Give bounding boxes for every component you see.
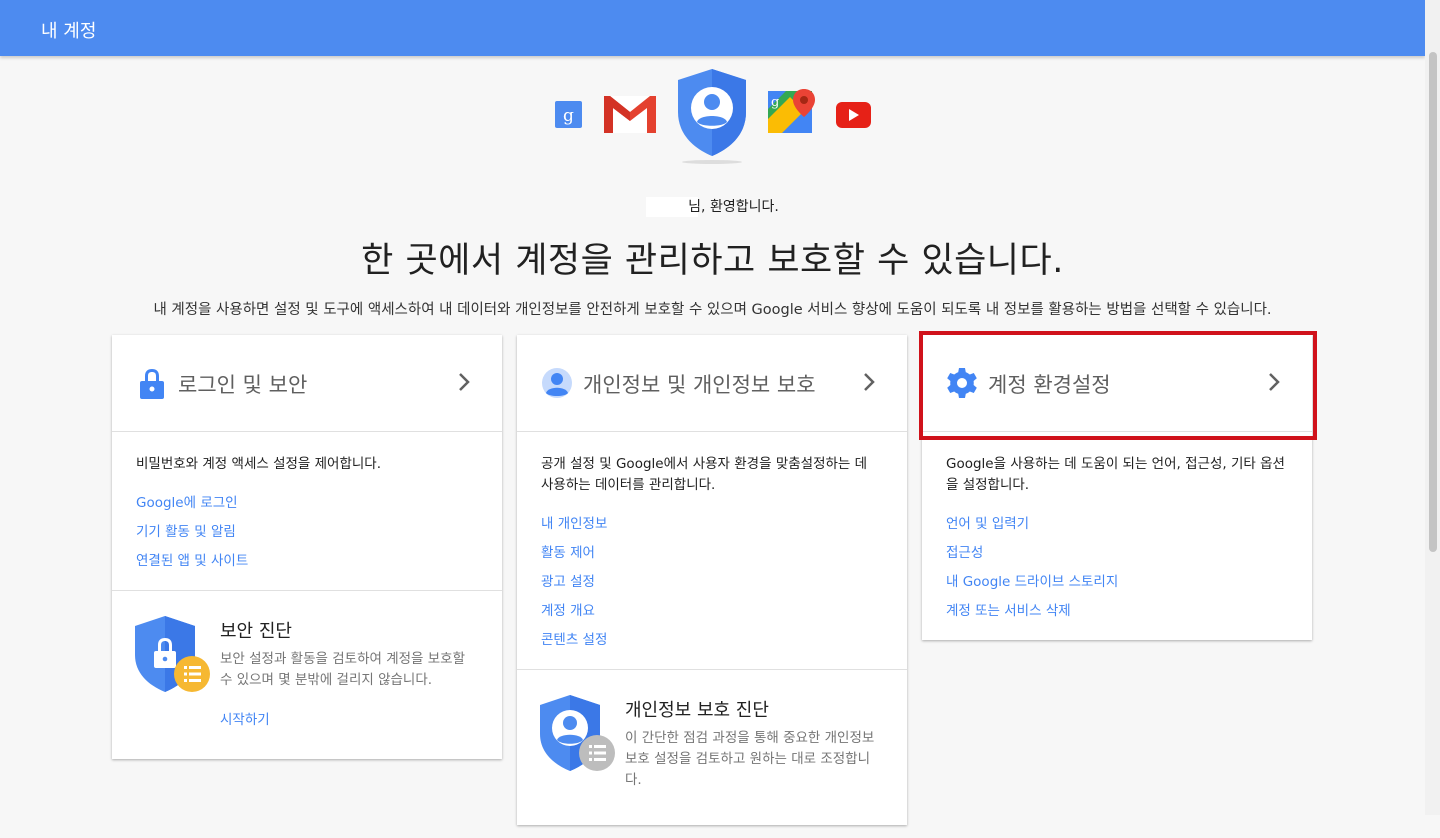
link-delete-account[interactable]: 계정 또는 서비스 삭제 [946,597,1288,626]
link-account-overview[interactable]: 계정 개요 [541,597,883,626]
welcome-text: 님, 환영합니다. [688,199,779,215]
link-connected-apps[interactable]: 연결된 앱 및 사이트 [136,547,478,576]
youtube-icon [836,102,871,132]
person-icon [542,368,572,398]
account-shield-icon [677,68,747,168]
link-content-settings[interactable]: 콘텐츠 설정 [541,626,883,655]
page-headline: 한 곳에서 계정을 관리하고 보호할 수 있습니다. [361,241,1064,281]
svg-text:g: g [771,95,779,110]
security-checkup-start-link[interactable]: 시작하기 [220,708,270,728]
privacy-checkup: 개인정보 보호 진단 이 간단한 점검 과정을 통해 중요한 개인정보 보호 설… [517,669,907,838]
page-subheadline: 내 계정을 사용하면 설정 및 도구에 액세스하여 내 데이터와 개인정보를 안… [153,302,1272,318]
link-drive-storage[interactable]: 내 Google 드라이브 스토리지 [946,568,1288,597]
chevron-right-icon [1269,373,1280,391]
card-header-account-preferences[interactable]: 계정 환경설정 [922,335,1312,432]
link-language-input[interactable]: 언어 및 입력기 [946,510,1288,539]
gmail-icon [604,96,656,137]
app-title: 내 계정 [41,21,97,42]
card-account-preferences: 계정 환경설정 Google을 사용하는 데 도움이 되는 언어, 접근성, 기… [922,335,1312,640]
card-header-personal-info-privacy[interactable]: 개인정보 및 개인정보 보호 [517,335,907,432]
link-ad-settings[interactable]: 광고 설정 [541,568,883,597]
gear-icon [947,368,977,398]
security-checkup-icon [135,616,210,692]
security-checkup: 보안 진단 보안 설정과 활동을 검토하여 계정을 보호할 수 있으며 몇 분밖… [112,590,502,759]
chevron-right-icon [459,373,470,391]
link-google-sign-in[interactable]: Google에 로그인 [136,489,478,518]
card-title: 개인정보 및 개인정보 보호 [583,373,816,397]
google-plus-icon: g [555,101,582,128]
security-checkup-description: 보안 설정과 활동을 검토하여 계정을 보호할 수 있으며 몇 분밖에 걸리지 … [220,651,466,688]
card-sign-in-security: 로그인 및 보안 비밀번호와 계정 액세스 설정을 제어합니다. Google에… [112,335,502,759]
link-personal-info[interactable]: 내 개인정보 [541,510,883,539]
card-description: 비밀번호와 계정 액세스 설정을 제어합니다. [136,456,382,472]
lock-icon [140,369,164,399]
link-activity-controls[interactable]: 활동 제어 [541,539,883,568]
scrollbar-thumb[interactable] [1429,52,1437,552]
security-checkup-title: 보안 진단 [220,621,292,642]
welcome-message: 님, 환영합니다. [0,196,1425,217]
card-header-sign-in-security[interactable]: 로그인 및 보안 [112,335,502,432]
svg-text:g: g [563,106,574,126]
privacy-checkup-title: 개인정보 보호 진단 [625,700,769,721]
maps-icon: g [768,89,816,139]
card-personal-info-privacy: 개인정보 및 개인정보 보호 공개 설정 및 Google에서 사용자 환경을 … [517,335,907,825]
card-description: 공개 설정 및 Google에서 사용자 환경을 맞춤설정하는 데 사용하는 데… [541,456,868,493]
chevron-right-icon [864,373,875,391]
card-title: 로그인 및 보안 [178,373,308,397]
top-app-bar: 내 계정 [0,0,1425,56]
card-description: Google을 사용하는 데 도움이 되는 언어, 접근성, 기타 옵션을 설정… [946,456,1285,493]
card-title: 계정 환경설정 [988,373,1111,397]
privacy-checkup-icon [540,695,615,771]
link-accessibility[interactable]: 접근성 [946,539,1288,568]
link-device-activity[interactable]: 기기 활동 및 알림 [136,518,478,547]
privacy-checkup-description: 이 간단한 점검 과정을 통해 중요한 개인정보 보호 설정을 검토하고 원하는… [625,730,875,788]
